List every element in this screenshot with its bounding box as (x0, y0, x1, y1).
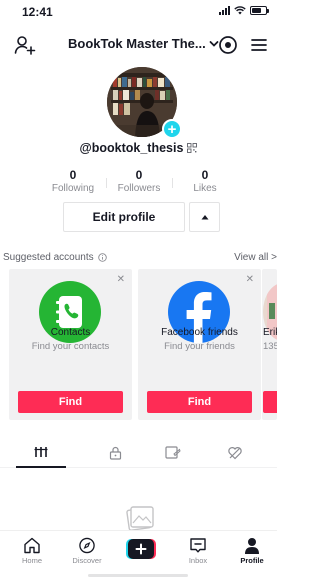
followers-label: Followers (117, 183, 161, 194)
find-contacts-button[interactable]: Find (18, 391, 123, 413)
account-switcher[interactable]: BookTok Master The... (68, 36, 219, 51)
suggestion-card-contacts: ✕ Contacts Find your contacts Find (9, 269, 132, 420)
likes-label: Likes (193, 183, 217, 194)
create-button[interactable] (126, 539, 156, 559)
card-subtitle: 135 (263, 341, 277, 352)
signal-icon (219, 6, 230, 15)
follow-button[interactable] (263, 391, 277, 413)
nav-inbox[interactable]: Inbox (173, 537, 223, 565)
suggestion-card-facebook: ✕ Facebook friends Find your friends Fin… (138, 269, 261, 420)
profile-stats: 0 Following 0 Followers 0 Likes (40, 168, 240, 198)
username: @booktok_thesis (79, 141, 184, 155)
profile-header: BookTok Master The... (0, 28, 277, 62)
home-indicator (88, 574, 188, 577)
nav-profile-label: Profile (240, 556, 264, 565)
tab-liked[interactable] (225, 446, 245, 462)
handle-row: @booktok_thesis (0, 141, 277, 155)
status-time: 12:41 (22, 5, 53, 19)
videos-grid-icon (34, 447, 48, 457)
followers-count: 0 (135, 168, 143, 182)
wifi-icon (234, 6, 246, 15)
battery-icon (250, 6, 269, 15)
tab-private[interactable] (105, 446, 125, 462)
suggested-toggle-button[interactable] (189, 202, 220, 232)
nav-home[interactable]: Home (7, 537, 57, 565)
nav-discover-label: Discover (72, 556, 102, 565)
following-label: Following (51, 183, 95, 194)
qr-code-icon[interactable] (187, 143, 198, 153)
find-friends-button[interactable]: Find (147, 391, 252, 413)
active-tab-indicator (16, 466, 66, 468)
eye-icon[interactable] (218, 35, 238, 55)
menu-icon[interactable] (250, 36, 268, 54)
nav-discover[interactable]: Discover (62, 537, 112, 565)
liked-icon (228, 447, 242, 460)
suggestion-card-user: Erik 135 (262, 269, 277, 420)
profile-icon (245, 538, 259, 554)
tab-saved[interactable] (163, 446, 183, 462)
card-subtitle: Find your friends (164, 341, 235, 352)
close-icon[interactable]: ✕ (246, 274, 254, 285)
view-all-link[interactable]: View all > (234, 252, 277, 263)
suggested-title-text: Suggested accounts (3, 252, 94, 263)
empty-videos-icon (126, 506, 154, 531)
info-icon[interactable] (97, 253, 107, 262)
followers-stat[interactable]: 0 Followers (106, 168, 172, 198)
suggested-title: Suggested accounts (3, 252, 107, 263)
discover-icon (79, 537, 95, 554)
add-avatar-icon[interactable]: + (162, 119, 182, 139)
likes-count: 0 (201, 168, 209, 182)
edit-profile-button[interactable]: Edit profile (63, 202, 185, 232)
likes-stat: 0 Likes (172, 168, 238, 198)
suggested-accounts-header: Suggested accounts View all > (0, 252, 277, 266)
status-bar: 12:41 (0, 0, 277, 24)
tab-videos[interactable] (31, 446, 51, 462)
create-icon (126, 539, 156, 559)
close-icon[interactable]: ✕ (117, 274, 125, 285)
nav-inbox-label: Inbox (188, 556, 208, 565)
page-title: BookTok Master The... (68, 36, 206, 51)
home-icon (24, 537, 40, 554)
following-stat[interactable]: 0 Following (40, 168, 106, 198)
add-user-icon[interactable] (14, 34, 36, 56)
status-icons (219, 6, 269, 15)
content-tabs (0, 440, 277, 468)
card-name: Erik (263, 327, 277, 338)
card-name: Contacts (50, 327, 91, 338)
caret-up-icon (201, 215, 208, 220)
inbox-icon (190, 538, 206, 553)
card-subtitle: Find your contacts (31, 341, 110, 352)
nav-profile[interactable]: Profile (227, 537, 277, 565)
saved-icon (165, 446, 181, 459)
nav-home-label: Home (21, 556, 42, 565)
following-count: 0 (69, 168, 77, 182)
lock-icon (109, 446, 121, 460)
card-name: Facebook friends (161, 327, 238, 338)
